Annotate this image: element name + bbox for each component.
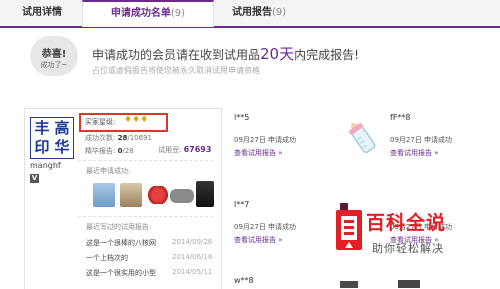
diamond-rating-icon: ♦♦♦ bbox=[124, 115, 149, 125]
report-title: 一个上档次的 bbox=[86, 254, 128, 262]
stat-label: 试用豆: bbox=[158, 146, 182, 154]
divider bbox=[78, 216, 213, 217]
tab-label: 试用报告 bbox=[232, 7, 272, 18]
report-title: 这是一个很棒的八核网 bbox=[86, 239, 156, 247]
product-thumbnail[interactable] bbox=[196, 181, 214, 207]
view-report-link[interactable]: 查看试用报告 » bbox=[390, 148, 439, 158]
product-thumbnail[interactable] bbox=[170, 189, 194, 203]
bubble-title: 恭喜! bbox=[41, 49, 67, 60]
applicant-date: 09月27日 申请成功 bbox=[234, 136, 297, 144]
avatar[interactable]: 丰 高 印 华 bbox=[30, 117, 74, 159]
vip-badge-icon: V bbox=[30, 174, 39, 183]
applicant-name[interactable]: l**5 bbox=[234, 113, 249, 122]
watermark-title: 百科全说 bbox=[366, 212, 447, 234]
stat-success-count: 成功次数: 28/10691 bbox=[85, 133, 152, 143]
tab-trial-details[interactable]: 试用详情 bbox=[22, 0, 62, 26]
view-report-link[interactable]: 查看试用报告 » bbox=[234, 148, 283, 158]
stat-label: 成功次数: bbox=[85, 134, 116, 142]
username[interactable]: manghf bbox=[30, 161, 61, 170]
applicant-name[interactable]: fF**8 bbox=[390, 113, 411, 122]
tab-count: (9) bbox=[272, 7, 287, 18]
product-thumbnail[interactable] bbox=[93, 183, 115, 207]
applicant-name[interactable]: l**7 bbox=[234, 200, 249, 209]
tab-label: 申请成功名单 bbox=[110, 8, 171, 19]
report-link[interactable]: 这是一个很棒的八核网 2014/09/26 bbox=[86, 238, 212, 248]
watermark-subtitle: 助你轻松解决 bbox=[372, 242, 444, 255]
applicant-date: 09月27日 申请成功 bbox=[234, 223, 297, 231]
applicant-name[interactable]: w**8 bbox=[234, 276, 254, 285]
congrats-bubble: 恭喜! 成功了~ bbox=[30, 36, 78, 76]
report-link[interactable]: 一个上档次的 2014/06/18 bbox=[86, 253, 212, 263]
avatar-char: 高 bbox=[54, 119, 70, 137]
tab-bar: 试用详情 申请成功名单(9) 试用报告(9) bbox=[0, 0, 500, 28]
tab-label: 试用详情 bbox=[22, 7, 62, 18]
stat-value: 28 bbox=[117, 134, 128, 142]
divider bbox=[78, 160, 213, 161]
tab-count: (9) bbox=[170, 8, 186, 19]
tab-trial-reports[interactable]: 试用报告(9) bbox=[232, 0, 286, 26]
report-date: 2014/05/11 bbox=[172, 268, 213, 276]
banner-text-after: 内完成报告! bbox=[294, 48, 359, 62]
report-date: 2014/09/26 bbox=[172, 238, 213, 246]
product-image[interactable] bbox=[340, 281, 358, 288]
stat-total: /28 bbox=[122, 147, 134, 155]
watermark: 百科全说 助你轻松解决 bbox=[336, 208, 468, 280]
bubble-tail bbox=[68, 62, 76, 70]
baby-bottle-image[interactable] bbox=[343, 115, 379, 159]
stat-value: 67693 bbox=[183, 145, 212, 154]
banner-warning: 占位或虚假报告将使您被永久取消试用申请资格 bbox=[92, 66, 260, 75]
watermark-logo-icon bbox=[336, 210, 362, 250]
stat-total: /10691 bbox=[127, 134, 152, 142]
product-thumbnail[interactable] bbox=[120, 183, 142, 207]
stat-featured-reports: 精华报告: 0/28 bbox=[85, 146, 134, 156]
stat-trial-beans: 试用豆: 67693 bbox=[158, 145, 211, 155]
recent-success-label: 最近申请成功: bbox=[86, 167, 131, 175]
view-report-link[interactable]: 查看试用报告 » bbox=[234, 235, 283, 245]
report-link[interactable]: 这是一个很实用的小型 2014/05/11 bbox=[86, 268, 212, 278]
banner-message: 申请成功的会员请在收到试用品20天内完成报告! bbox=[92, 43, 359, 64]
applicant-date: 09月27日 申请成功 bbox=[390, 136, 453, 144]
avatar-char: 丰 bbox=[34, 119, 50, 137]
stat-label: 精华报告: bbox=[85, 147, 116, 155]
avatar-char: 印 bbox=[34, 138, 50, 156]
avatar-char: 华 bbox=[54, 138, 70, 156]
product-image[interactable] bbox=[398, 280, 420, 288]
tab-success-list[interactable]: 申请成功名单(9) bbox=[82, 0, 214, 27]
report-title: 这是一个很实用的小型 bbox=[86, 269, 156, 277]
banner-days: 20天 bbox=[260, 45, 295, 63]
report-date: 2014/06/18 bbox=[172, 253, 213, 261]
product-thumbnail[interactable] bbox=[147, 186, 169, 204]
recent-reports-label: 最近写过的试用报告: bbox=[86, 223, 152, 231]
banner-text-before: 申请成功的会员请在收到试用品 bbox=[92, 48, 261, 62]
buyer-rating-label: 买家星级: bbox=[85, 118, 116, 126]
